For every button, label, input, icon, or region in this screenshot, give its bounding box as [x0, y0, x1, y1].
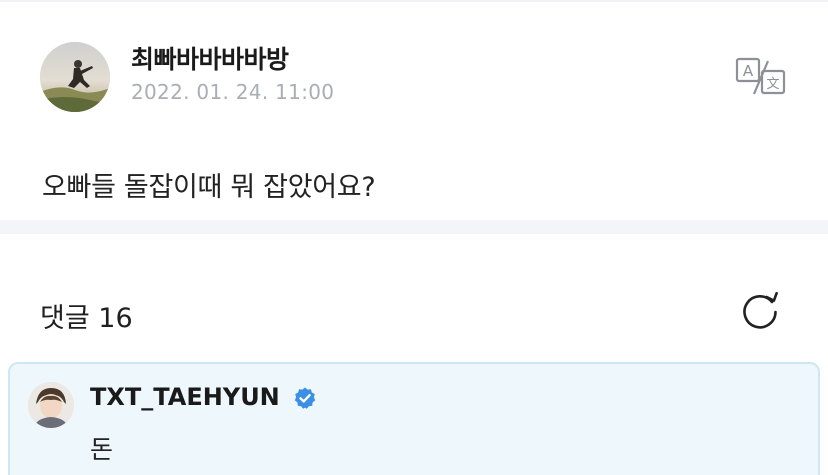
svg-text:文: 文	[766, 77, 779, 92]
author-avatar[interactable]	[40, 42, 110, 112]
comment-item[interactable]: TXT_TAEHYUN 돈	[8, 362, 820, 475]
verified-badge-icon	[294, 387, 316, 409]
post-content: 오빠들 돌잡이때 뭐 잡았어요?	[42, 172, 376, 203]
refresh-button[interactable]	[738, 290, 782, 334]
avatar-image	[40, 42, 110, 112]
refresh-icon	[743, 291, 778, 329]
comment-author-name[interactable]: TXT_TAEHYUN	[90, 383, 280, 411]
comments-count-title: 댓글 16	[40, 303, 133, 334]
commenter-avatar[interactable]	[28, 382, 74, 428]
post-date: 2022. 01. 24. 11:00	[131, 80, 335, 104]
post: 최빠바바바바방 2022. 01. 24. 11:00 A 文 오빠들 돌잡이때…	[0, 2, 828, 220]
author-name[interactable]: 최빠바바바바방	[131, 40, 289, 76]
translate-button[interactable]: A 文	[733, 56, 787, 96]
translate-icon: A 文	[735, 57, 786, 95]
avatar-image	[28, 382, 74, 428]
section-separator	[0, 220, 828, 234]
comment-text: 돈	[90, 435, 114, 464]
svg-text:A: A	[743, 62, 754, 80]
